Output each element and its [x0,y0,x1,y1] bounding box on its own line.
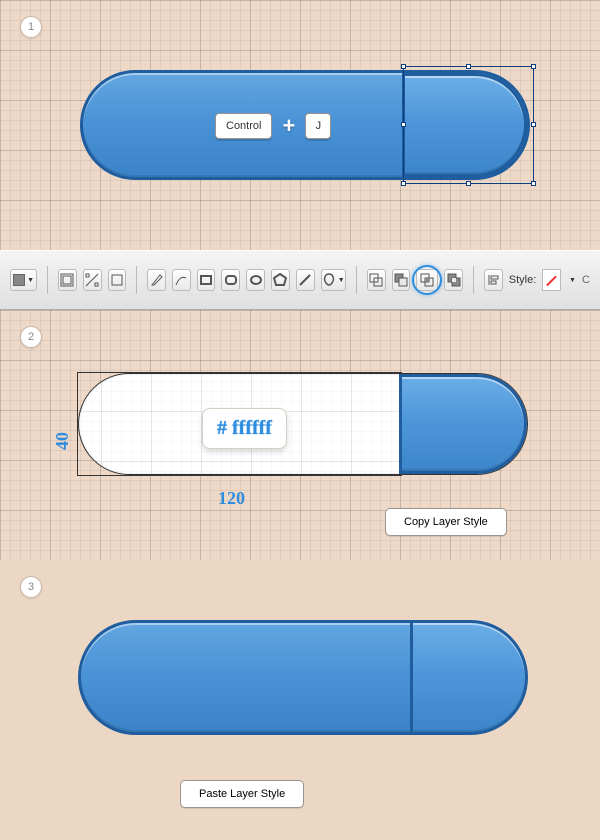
keyboard-shortcut: Control + J [215,113,331,139]
style-swatch-none[interactable] [542,269,561,291]
square-outline-icon [110,273,124,287]
rectangle-tool-button[interactable] [197,269,216,291]
shape-toolbar: ▼ ▼ [0,250,600,310]
polygon-tool-button[interactable] [271,269,290,291]
rectangle-icon [199,273,213,287]
rounded-rect-icon [224,273,238,287]
polygon-icon [273,273,287,287]
separator [136,266,137,294]
rounded-rect-tool-button[interactable] [221,269,240,291]
style-label: Style: [509,274,537,286]
line-icon [298,273,312,287]
shape-mode-button[interactable] [83,269,102,291]
key-j: J [305,113,331,139]
square-icon [13,274,25,286]
step-1-panel: 1 Control + J [0,0,600,250]
intersect-shape-button[interactable] [416,269,438,291]
fill-swatch-dropdown[interactable]: ▼ [10,269,37,291]
copy-layer-style-button[interactable]: Copy Layer Style [385,508,507,536]
subtract-from-shape-button[interactable] [392,269,411,291]
ellipse-tool-button[interactable] [246,269,265,291]
blob-icon [322,273,336,287]
hex-value-card: # ffffff [202,408,287,449]
exclude-icon [447,273,461,287]
exclude-shape-button[interactable] [444,269,463,291]
align-button[interactable] [484,269,503,291]
cut-off-text: C [582,274,590,286]
chevron-down-icon: ▼ [27,277,34,284]
freeform-pen-button[interactable] [172,269,191,291]
align-icon [486,273,500,287]
key-control: Control [215,113,272,139]
separator [356,266,357,294]
chevron-down-icon: ▼ [338,277,345,284]
pen-tool-button[interactable] [147,269,166,291]
width-label: 120 [218,488,245,509]
path-anchor-icon [85,273,99,287]
pill-cap-right-blue [399,374,527,474]
union-icon [369,273,383,287]
selection-box[interactable] [403,66,534,184]
step-badge: 3 [20,576,42,598]
pill-body-left [78,620,413,735]
intersect-wrap [416,269,438,291]
path-mode-button[interactable] [58,269,77,291]
freeform-pen-icon [174,273,188,287]
pill-cap-right [410,620,528,735]
subtract-icon [394,273,408,287]
pill-shape-white [78,373,528,475]
chevron-down-icon[interactable]: ▼ [569,277,576,284]
add-to-shape-button[interactable] [367,269,386,291]
pen-shape-icon [60,273,74,287]
ellipse-icon [249,273,263,287]
custom-shape-dropdown[interactable]: ▼ [321,269,346,291]
pen-icon [150,273,164,287]
plus-icon: + [276,113,301,139]
paste-layer-style-button[interactable]: Paste Layer Style [180,780,304,808]
height-label: 40 [52,432,73,450]
separator [47,266,48,294]
step-2-panel: 2 # ffffff 40 120 Copy Layer Style [0,310,600,560]
pill-shape-result [78,620,528,735]
separator [473,266,474,294]
step-3-panel: 3 Paste Layer Style [0,560,600,840]
step-badge: 1 [20,16,42,38]
fill-pixels-button[interactable] [108,269,127,291]
line-tool-button[interactable] [296,269,315,291]
step-badge: 2 [20,326,42,348]
intersect-icon [420,273,434,287]
